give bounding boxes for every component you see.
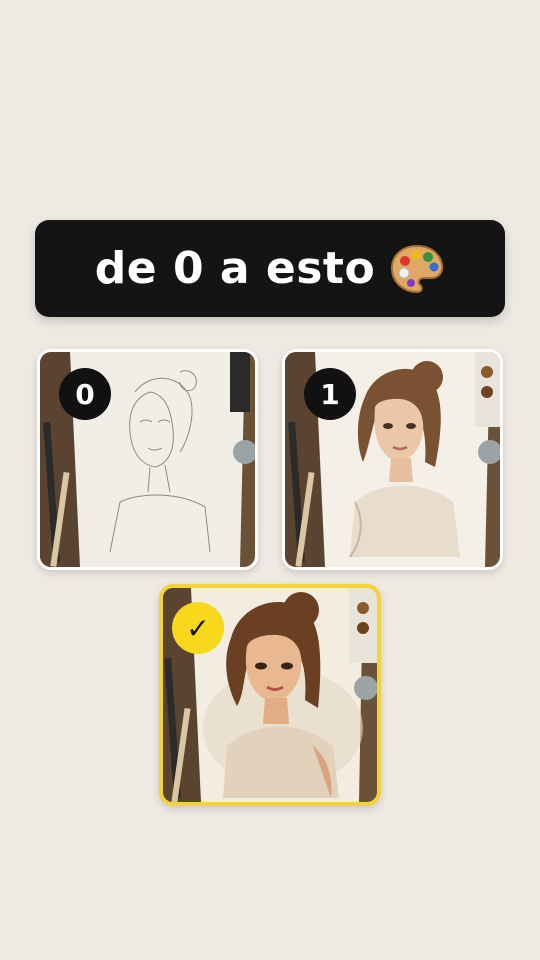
step-badge-0: 0 <box>59 368 111 420</box>
title-text: de 0 a esto <box>94 243 376 294</box>
colored-card[interactable]: 1 <box>282 349 503 570</box>
final-card[interactable]: ✓ <box>159 584 381 806</box>
artist-palette-icon <box>389 243 445 295</box>
sketch-card[interactable]: 0 <box>37 349 258 570</box>
title-banner: de 0 a esto <box>35 220 505 317</box>
check-badge: ✓ <box>172 602 224 654</box>
step-badge-1: 1 <box>304 368 356 420</box>
